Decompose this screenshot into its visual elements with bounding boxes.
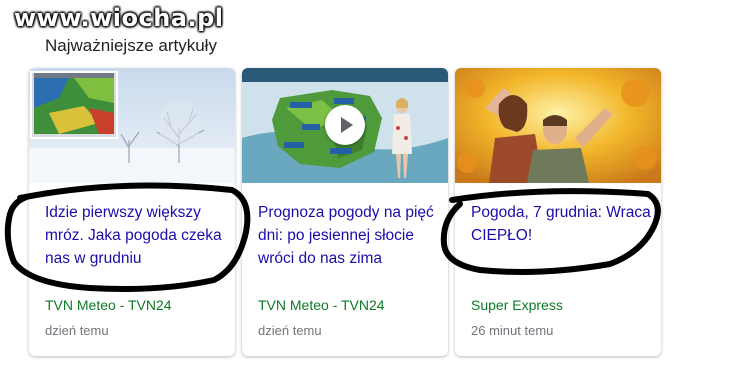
- article-thumbnail[interactable]: [242, 68, 448, 183]
- article-source: TVN Meteo - TVN24: [45, 297, 172, 313]
- article-time: dzień temu: [45, 323, 109, 338]
- play-icon[interactable]: [325, 105, 365, 145]
- watermark-logo: www.wiocha.pl: [14, 4, 224, 32]
- article-time: dzień temu: [258, 323, 322, 338]
- article-card[interactable]: Idzie pierwszy większy mróz. Jaka pogoda…: [29, 68, 235, 356]
- article-card[interactable]: Pogoda, 7 grudnia: Wraca CIEPŁO! Super E…: [455, 68, 661, 356]
- article-source: Super Express: [471, 297, 563, 313]
- article-time: 26 minut temu: [471, 323, 554, 338]
- article-headline[interactable]: Pogoda, 7 grudnia: Wraca CIEPŁO!: [471, 201, 651, 247]
- article-headline[interactable]: Prognoza pogody na pięć dni: po jesienne…: [258, 201, 438, 270]
- article-thumbnail[interactable]: [455, 68, 661, 183]
- section-title: Najważniejsze artykuły: [45, 36, 217, 55]
- article-thumbnail[interactable]: [29, 68, 235, 183]
- article-card[interactable]: Prognoza pogody na pięć dni: po jesienne…: [242, 68, 448, 356]
- article-headline[interactable]: Idzie pierwszy większy mróz. Jaka pogoda…: [45, 201, 225, 270]
- article-source: TVN Meteo - TVN24: [258, 297, 385, 313]
